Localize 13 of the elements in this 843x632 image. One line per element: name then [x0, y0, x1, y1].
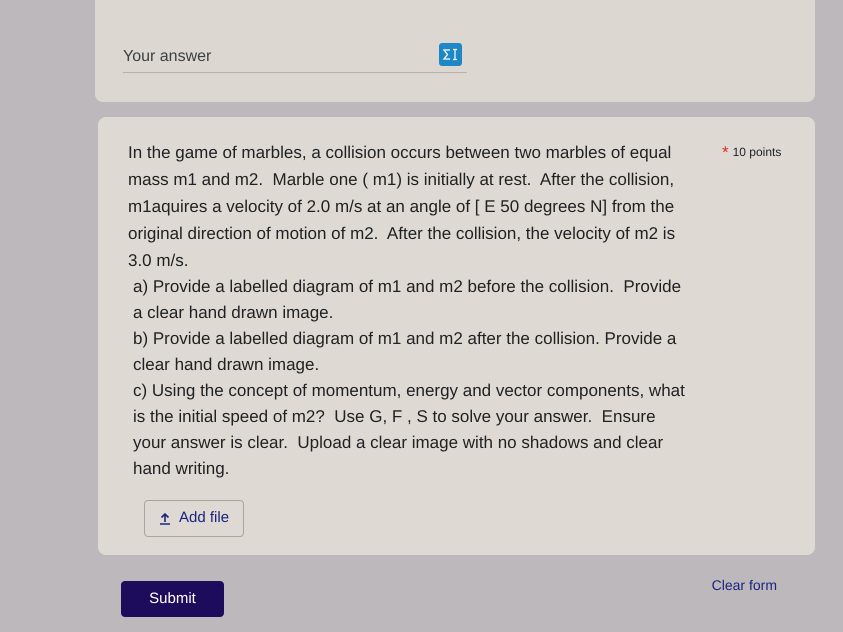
required-mark: * [722, 142, 729, 164]
add-file-button[interactable]: Add file [144, 500, 244, 537]
question-text: In the game of marbles, a collision occurs between two marbles of equal mass m1 and m2. Marble one ( m1) is initially at rest. After the collision, m1aquires a velocity of 2.0 m/s at an angle of [ E 50 degrees N] from the original direction of motion of m2. After the collision, the velocity of m2 is 3.0 m/s. [128, 142, 676, 272]
answer-placeholder: Your answer [123, 47, 212, 67]
equation-icon[interactable] [439, 43, 462, 66]
upload-icon [159, 512, 171, 525]
points-label: 10 points [732, 144, 782, 161]
submit-button[interactable]: Submit [121, 581, 224, 617]
question-part: c) Using the concept of momentum, energy and vector components, what is the initial speed of m2? Use G, F , S to solve your answer. Ensure your answer is clear. Upload a clear image with no shadows and clear hand writing. [133, 380, 686, 480]
question-part: b) Provide a labelled diagram of m1 and m2 after the collision. Provide a clear hand drawn image. [133, 328, 678, 376]
clear-form-link[interactable]: Clear form [712, 575, 777, 596]
answer-field[interactable]: Your answer [123, 40, 467, 73]
question-part: a) Provide a labelled diagram of m1 and m2 before the collision. Provide a clear hand drawn image. [133, 276, 682, 324]
